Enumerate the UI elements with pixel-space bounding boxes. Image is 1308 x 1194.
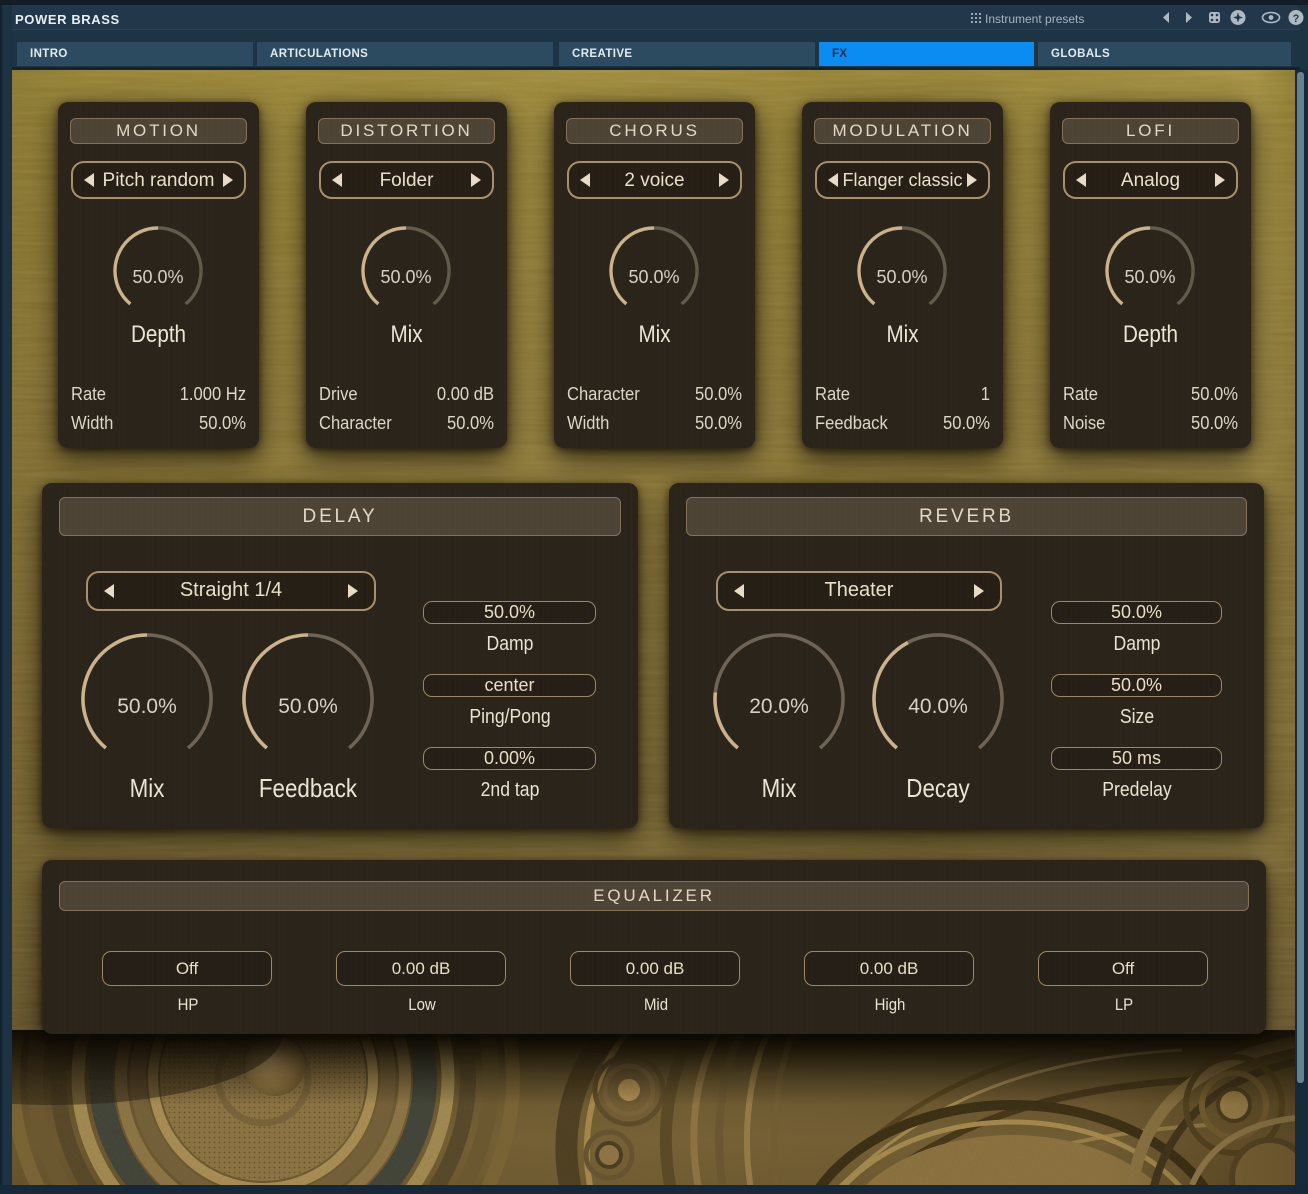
- svg-text:?: ?: [1293, 13, 1300, 25]
